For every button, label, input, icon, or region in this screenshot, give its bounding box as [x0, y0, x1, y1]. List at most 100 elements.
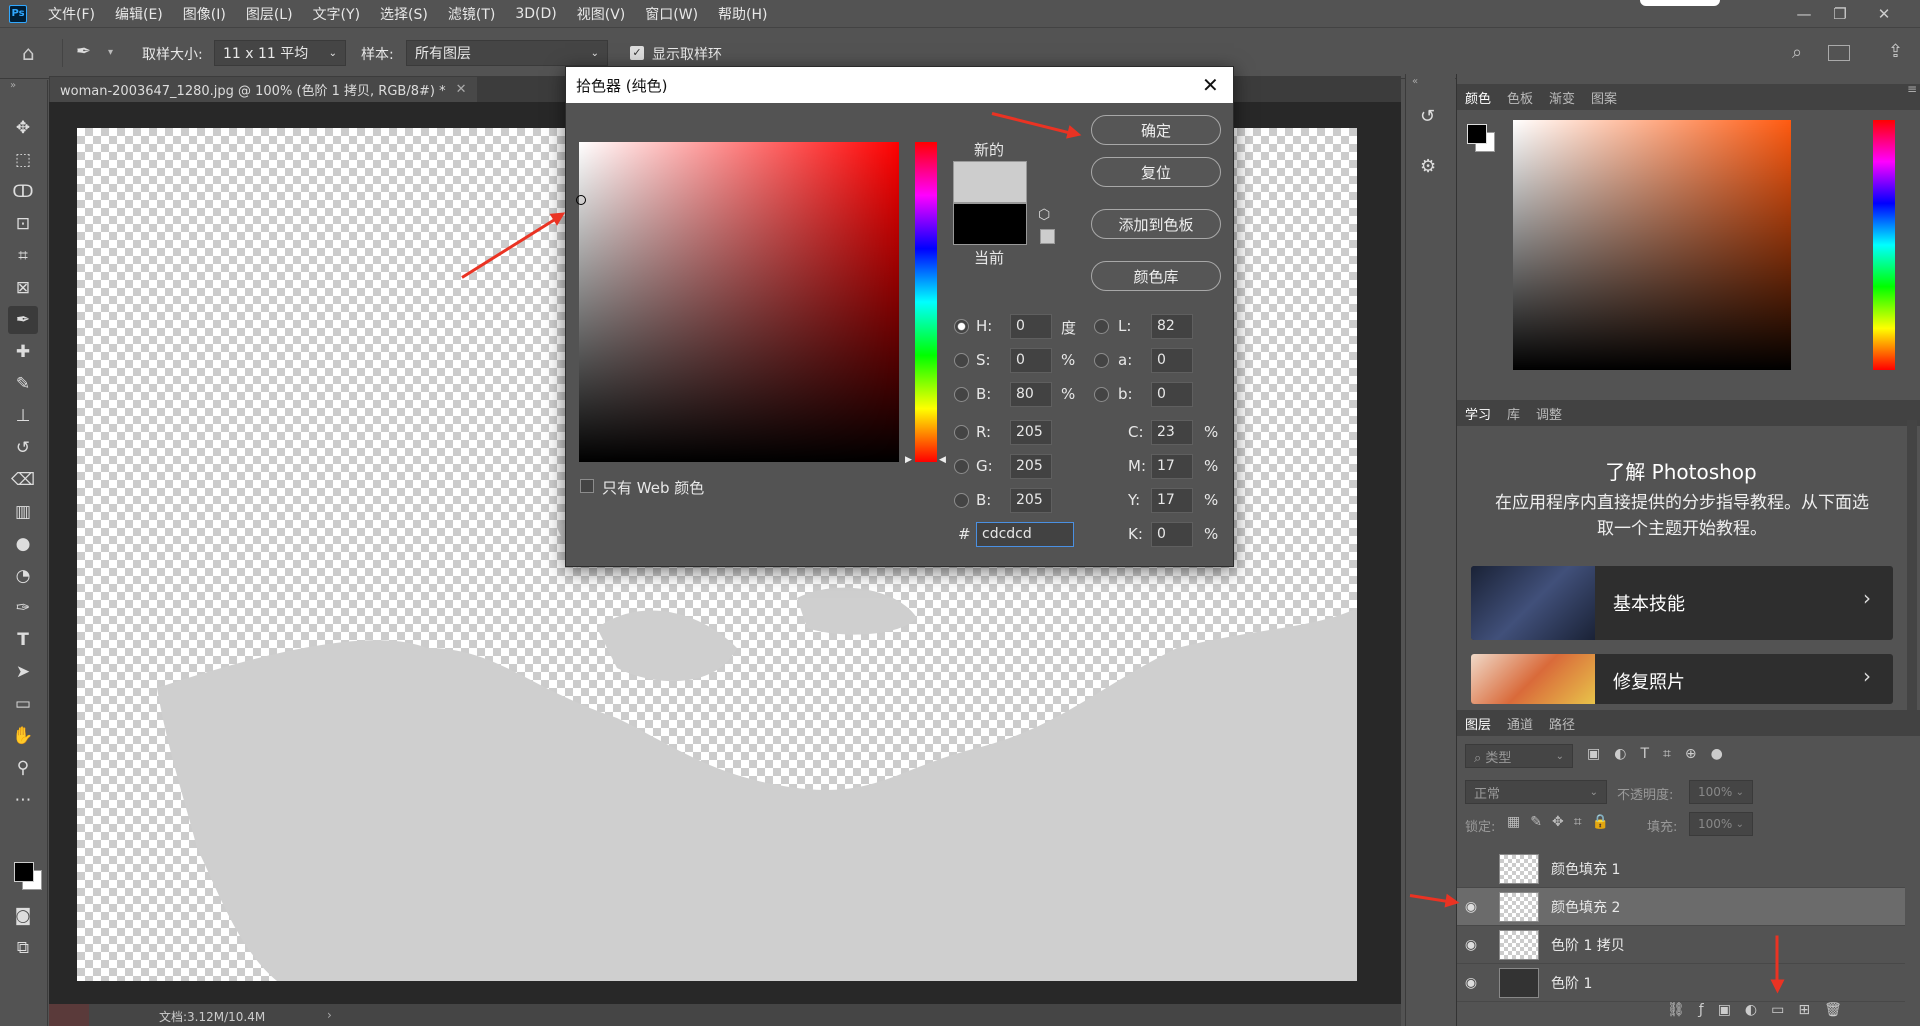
radio-r[interactable]	[954, 425, 969, 440]
menu-3d[interactable]: 3D(D)	[505, 6, 566, 22]
eraser-tool-icon[interactable]: ⌫	[8, 466, 38, 494]
reset-button[interactable]: 复位	[1091, 157, 1221, 187]
menu-view[interactable]: 视图(V)	[567, 4, 636, 24]
brush-tool-icon[interactable]: ✎	[8, 370, 38, 398]
menu-window[interactable]: 窗口(W)	[635, 4, 708, 24]
menu-select[interactable]: 选择(S)	[370, 4, 438, 24]
collapse-icon[interactable]: »	[10, 80, 16, 91]
collapse-icon[interactable]: «	[1412, 76, 1418, 87]
menu-filter[interactable]: 滤镜(T)	[438, 4, 505, 24]
b-lab-input[interactable]: 0	[1151, 382, 1193, 407]
gamut-warning-icon[interactable]: ⬡	[1038, 207, 1050, 223]
layer-row[interactable]: ◉ 色阶 1 拷贝	[1457, 926, 1905, 964]
radio-blue[interactable]	[954, 493, 969, 508]
close-window-icon[interactable]: ✕	[1866, 0, 1902, 28]
document-tab[interactable]: woman-2003647_1280.jpg @ 100% (色阶 1 拷贝, …	[50, 77, 477, 102]
eyedropper-tool-icon[interactable]: ✒	[8, 306, 38, 334]
fg-color-swatch[interactable]	[1467, 124, 1487, 144]
c-input[interactable]: 23	[1151, 420, 1193, 445]
k-input[interactable]: 0	[1151, 522, 1193, 547]
restore-icon[interactable]: ❐	[1822, 0, 1858, 28]
layer-actions-bar[interactable]: ⛓ƒ▣◐▭⊞🗑	[1667, 1002, 1856, 1018]
menu-type[interactable]: 文字(Y)	[303, 4, 370, 24]
layer-row-selected[interactable]: ◉ 颜色填充 2	[1457, 888, 1905, 926]
color-libraries-button[interactable]: 颜色库	[1091, 261, 1221, 291]
visibility-icon[interactable]: ◉	[1457, 937, 1485, 953]
y-input[interactable]: 17	[1151, 488, 1193, 513]
hue-slider[interactable]	[915, 142, 937, 462]
frame-tool-icon[interactable]: ⊠	[8, 274, 38, 302]
g-input[interactable]: 205	[1010, 454, 1052, 479]
visibility-icon[interactable]: ◉	[1457, 975, 1485, 991]
hand-tool-icon[interactable]: ✋	[8, 722, 38, 750]
menu-image[interactable]: 图像(I)	[173, 4, 236, 24]
more-tools-icon[interactable]: ⋯	[8, 786, 38, 814]
tab-color[interactable]: 颜色	[1457, 88, 1499, 107]
color-picker-cursor[interactable]	[576, 195, 586, 205]
radio-b-lab[interactable]	[1094, 387, 1109, 402]
h-input[interactable]: 0	[1010, 314, 1052, 339]
tab-layers[interactable]: 图层	[1457, 714, 1499, 733]
tab-gradients[interactable]: 渐变	[1541, 88, 1583, 107]
sample-size-select[interactable]: 11 x 11 平均 ⌄	[214, 40, 346, 66]
close-icon[interactable]: ✕	[1202, 73, 1219, 97]
radio-a[interactable]	[1094, 353, 1109, 368]
chevron-down-icon[interactable]: ▾	[108, 47, 113, 58]
tab-channels[interactable]: 通道	[1499, 714, 1541, 733]
s-input[interactable]: 0	[1010, 348, 1052, 373]
add-to-swatches-button[interactable]: 添加到色板	[1091, 209, 1221, 239]
learn-scrollbar[interactable]	[1907, 420, 1917, 710]
menu-edit[interactable]: 编辑(E)	[105, 4, 173, 24]
lock-icons[interactable]: ▦✎✥⌗🔒	[1507, 814, 1619, 830]
fill-input[interactable]: 100% ⌄	[1689, 812, 1753, 836]
move-tool-icon[interactable]: ✥	[8, 114, 38, 142]
history-panel-icon[interactable]: ↺	[1420, 106, 1435, 127]
type-tool-icon[interactable]: T	[8, 626, 38, 654]
share-icon[interactable]: ⇪	[1888, 41, 1903, 62]
tab-libraries[interactable]: 库	[1499, 404, 1528, 423]
status-menu-icon[interactable]: ›	[327, 1008, 332, 1022]
radio-l[interactable]	[1094, 319, 1109, 334]
quick-mask-icon[interactable]: ◙	[8, 902, 38, 930]
web-only-checkbox[interactable]	[580, 479, 594, 493]
tab-learn[interactable]: 学习	[1457, 404, 1499, 423]
visibility-icon[interactable]: ◉	[1457, 899, 1485, 915]
layer-filter-select[interactable]: ⌕ 类型 ⌄	[1465, 744, 1573, 768]
layer-row[interactable]: ◉ 色阶 1	[1457, 964, 1905, 1002]
radio-g[interactable]	[954, 459, 969, 474]
screen-mode-icon[interactable]: ⧉	[8, 934, 38, 962]
gradient-tool-icon[interactable]: ▥	[8, 498, 38, 526]
zoom-tool-icon[interactable]: ⚲	[8, 754, 38, 782]
workspace-icon[interactable]	[1828, 45, 1850, 61]
sample-select[interactable]: 所有图层 ⌄	[406, 40, 608, 66]
clone-stamp-icon[interactable]: ⊥	[8, 402, 38, 430]
a-input[interactable]: 0	[1151, 348, 1193, 373]
rectangle-tool-icon[interactable]: ▭	[8, 690, 38, 718]
radio-h[interactable]	[954, 319, 969, 334]
m-input[interactable]: 17	[1151, 454, 1193, 479]
healing-brush-icon[interactable]: ✚	[8, 338, 38, 366]
brightness-input[interactable]: 80	[1010, 382, 1052, 407]
tab-patterns[interactable]: 图案	[1583, 88, 1625, 107]
menu-help[interactable]: 帮助(H)	[708, 4, 777, 24]
blend-mode-select[interactable]: 正常 ⌄	[1465, 780, 1607, 804]
panel-menu-icon[interactable]: ≡	[1907, 82, 1917, 96]
eyedropper-tool-icon[interactable]: ✒	[76, 41, 91, 62]
saturation-brightness-field[interactable]	[579, 142, 899, 462]
tab-swatches[interactable]: 色板	[1499, 88, 1541, 107]
r-input[interactable]: 205	[1010, 420, 1052, 445]
menu-file[interactable]: 文件(F)	[38, 4, 105, 24]
tab-paths[interactable]: 路径	[1541, 714, 1583, 733]
learn-card-basics[interactable]: 基本技能 ›	[1471, 566, 1893, 640]
radio-s[interactable]	[954, 353, 969, 368]
path-select-icon[interactable]: ➤	[8, 658, 38, 686]
foreground-color-swatch[interactable]	[14, 862, 34, 882]
show-ring-checkbox[interactable]: ✓	[630, 46, 644, 60]
search-icon[interactable]: ⌕	[1792, 42, 1802, 63]
tab-adjustments[interactable]: 调整	[1528, 404, 1570, 423]
layer-filter-icons[interactable]: ▣◐T⌗⊕●	[1587, 746, 1737, 762]
minimize-icon[interactable]: —	[1786, 0, 1822, 28]
blue-input[interactable]: 205	[1010, 488, 1052, 513]
hex-input[interactable]: cdcdcd	[976, 522, 1074, 547]
home-icon[interactable]: ⌂	[22, 41, 35, 65]
